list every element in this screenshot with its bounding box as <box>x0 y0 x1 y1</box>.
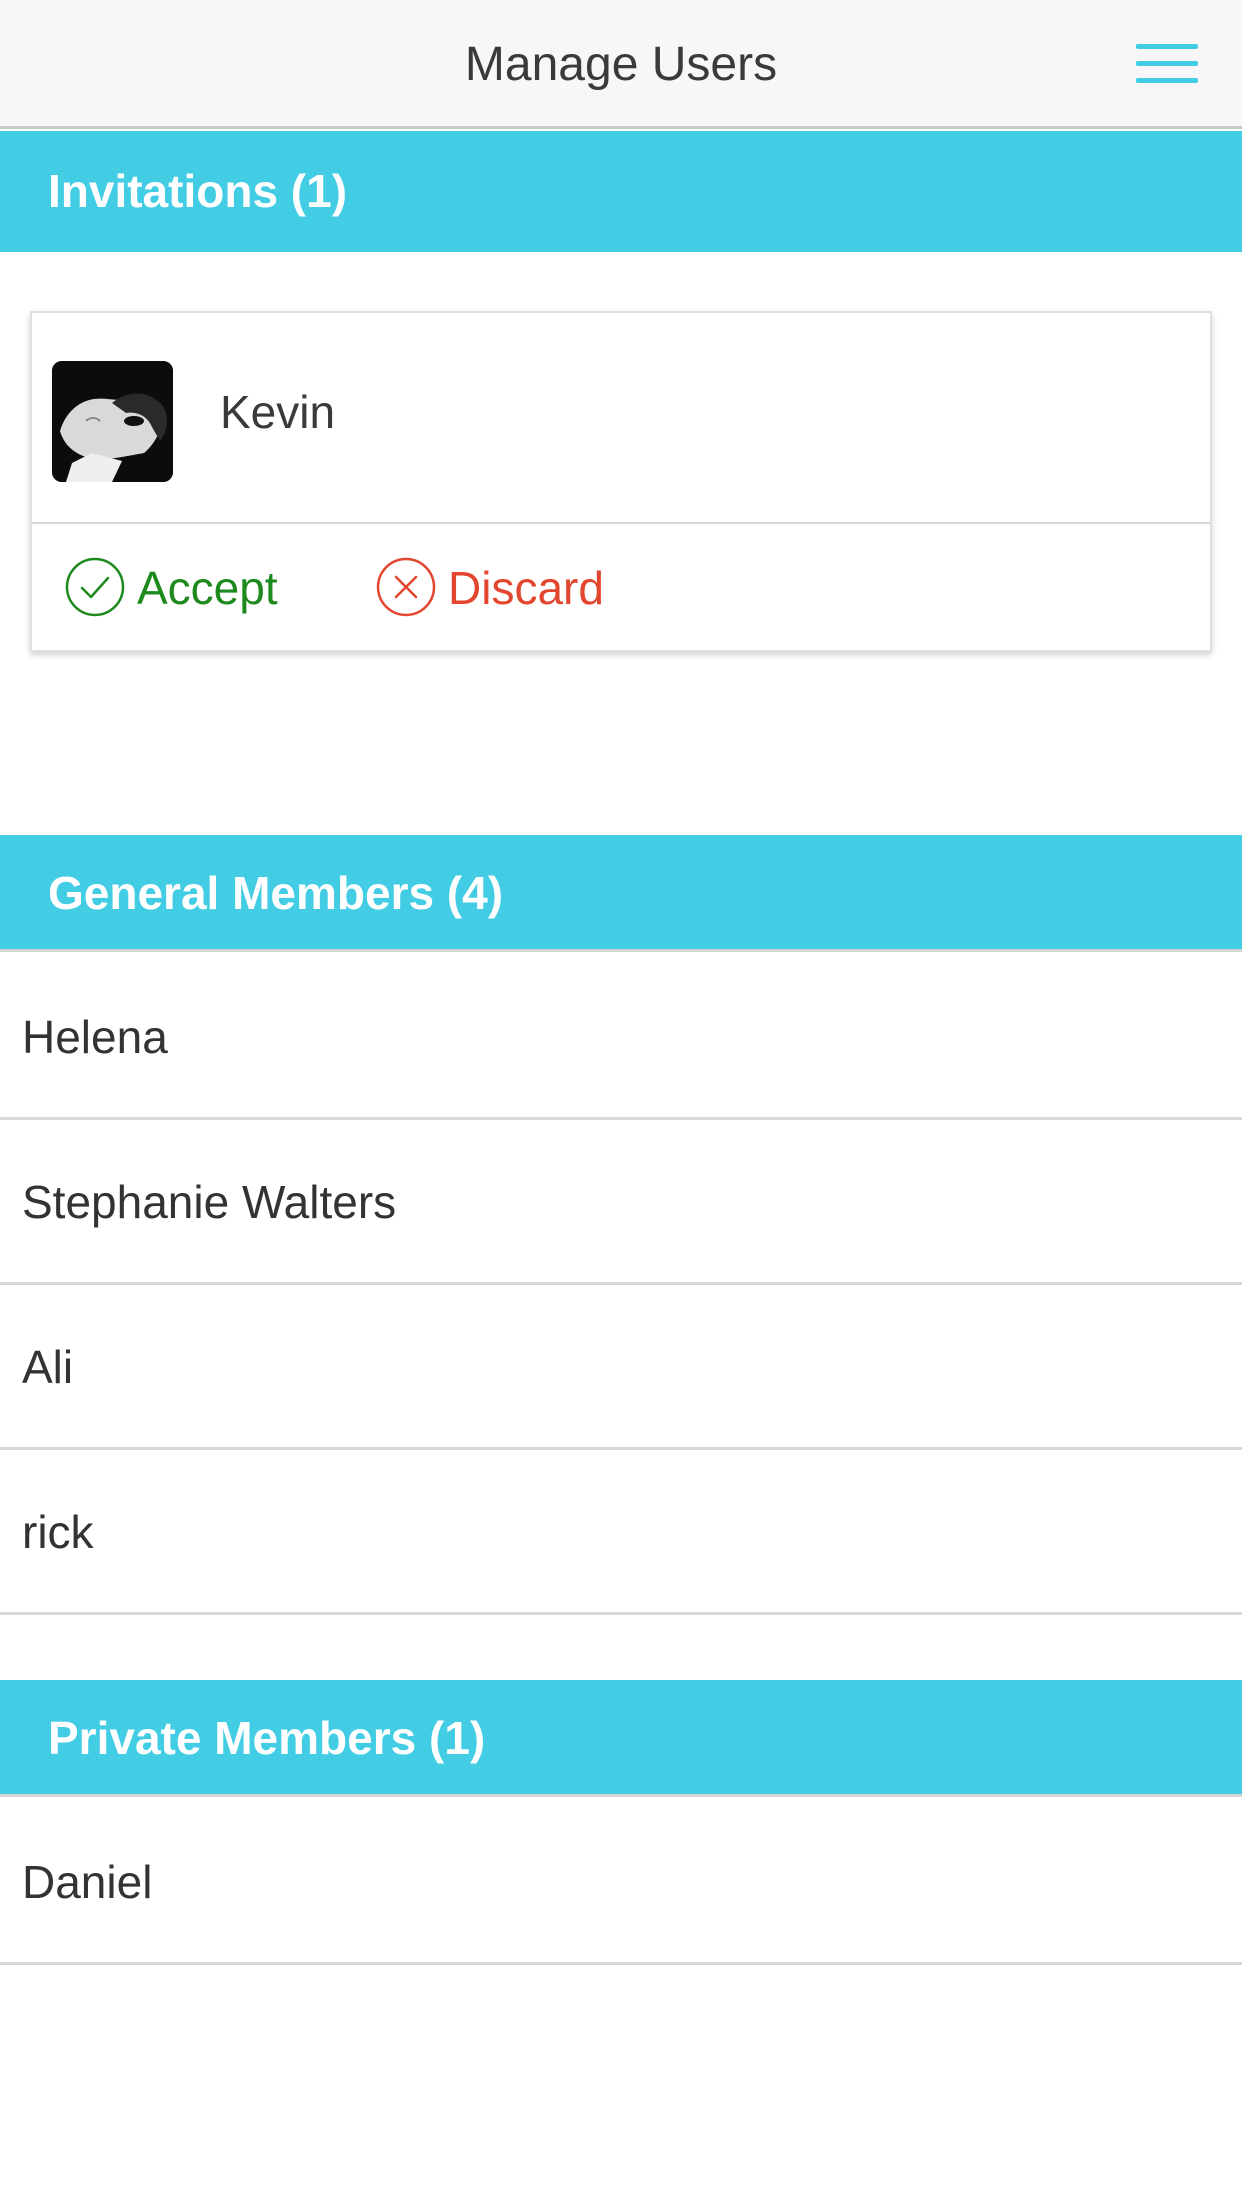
discard-button[interactable]: Discard <box>375 524 645 652</box>
hamburger-menu-icon[interactable] <box>1136 40 1198 90</box>
accept-label: Accept <box>137 562 278 614</box>
general-members-section-header: General Members (4) <box>0 835 1242 952</box>
private-members-list: Daniel <box>0 1800 1242 1965</box>
x-circle-icon <box>376 557 436 617</box>
menu-bar-middle <box>1136 61 1198 66</box>
invitations-section-header: Invitations (1) <box>0 131 1242 252</box>
private-members-section-header: Private Members (1) <box>0 1680 1242 1797</box>
discard-label: Discard <box>448 562 604 614</box>
menu-bar-bottom <box>1136 78 1198 83</box>
accept-button[interactable]: Accept <box>64 524 304 652</box>
top-navigation-bar: Manage Users <box>0 0 1242 129</box>
member-row[interactable]: rick <box>0 1450 1242 1615</box>
menu-bar-top <box>1136 44 1198 49</box>
check-circle-icon <box>65 557 125 617</box>
member-row[interactable]: Helena <box>0 955 1242 1120</box>
invitation-user: Kevin <box>32 313 1210 524</box>
page-title: Manage Users <box>464 38 778 91</box>
invitation-actions: Accept Discard <box>32 524 1210 652</box>
avatar <box>52 361 173 482</box>
member-row[interactable]: Stephanie Walters <box>0 1120 1242 1285</box>
manage-users-screen: Manage Users Invitations (1) Kevin Accep… <box>0 0 1242 2208</box>
member-row[interactable]: Ali <box>0 1285 1242 1450</box>
invitation-user-name: Kevin <box>220 386 336 438</box>
member-row[interactable]: Daniel <box>0 1800 1242 1965</box>
invitation-card: Kevin Accept Discard <box>30 311 1212 652</box>
profile-photo <box>52 361 173 482</box>
general-members-list: Helena Stephanie Walters Ali rick <box>0 955 1242 1615</box>
